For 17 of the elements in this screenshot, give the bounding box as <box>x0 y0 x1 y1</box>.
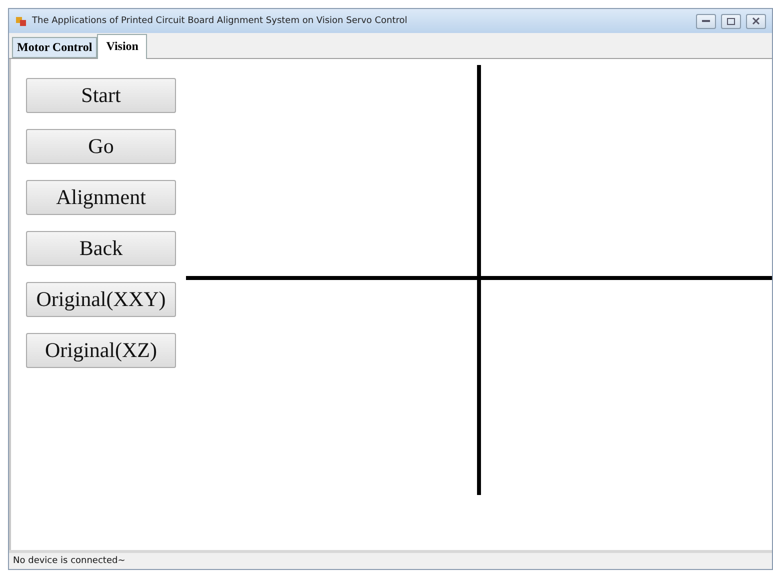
action-button[interactable]: Alignment <box>26 180 176 215</box>
close-button[interactable] <box>746 14 766 28</box>
action-button[interactable]: Go <box>26 129 176 164</box>
action-button[interactable]: Original(XXY) <box>26 282 176 317</box>
action-button[interactable]: Back <box>26 231 176 266</box>
status-text: No device is connected~ <box>13 556 126 566</box>
action-button[interactable]: Original(XZ) <box>26 333 176 368</box>
tab[interactable]: Vision <box>97 34 148 59</box>
maximize-button[interactable] <box>721 14 741 28</box>
action-button[interactable]: Start <box>26 78 176 113</box>
minimize-icon <box>702 19 710 23</box>
maximize-icon <box>727 18 735 24</box>
app-icon <box>15 15 27 27</box>
minimize-button[interactable] <box>696 14 716 28</box>
tab[interactable]: Motor Control <box>12 37 98 58</box>
close-icon <box>752 17 760 25</box>
window-title: The Applications of Printed Circuit Board Alignment System on Vision Servo Control <box>32 16 408 26</box>
